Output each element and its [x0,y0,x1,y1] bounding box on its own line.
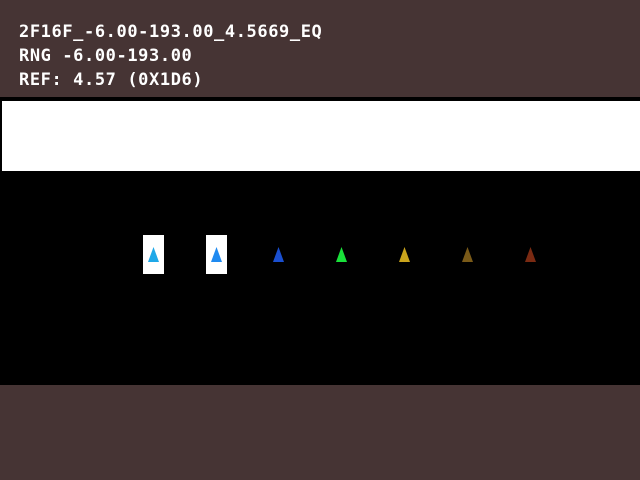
marker-slot-1[interactable] [143,235,164,274]
cone-shape [399,247,410,262]
game-screen: 2F16F_-6.00-193.00_4.5669_EQ RNG -6.00-1… [0,0,640,480]
cone-shape [462,247,473,262]
marker-slot-3[interactable] [268,235,289,274]
cone-shape [211,247,222,262]
hud-title-line: 2F16F_-6.00-193.00_4.5669_EQ [19,22,323,42]
marker-slot-5[interactable] [394,235,415,274]
marker-slot-7[interactable] [520,235,541,274]
cone-icon [211,247,222,262]
cone-icon [148,247,159,262]
cone-icon [525,247,536,262]
cone-shape [525,247,536,262]
cone-icon [336,247,347,262]
cone-icon [399,247,410,262]
hud-readout: 2F16F_-6.00-193.00_4.5669_EQ RNG -6.00-1… [19,20,322,92]
marker-slot-2[interactable] [206,235,227,274]
cone-shape [336,247,347,262]
marker-slot-6[interactable] [457,235,478,274]
cone-icon [462,247,473,262]
hud-range-line: RNG -6.00-193.00 [19,46,193,66]
play-area [0,97,640,385]
cone-shape [148,247,159,262]
hud-reference-line: REF: 4.57 (0X1D6) [19,70,204,90]
white-band [2,101,640,171]
cone-shape [273,247,284,262]
marker-slot-4[interactable] [331,235,352,274]
cone-icon [273,247,284,262]
